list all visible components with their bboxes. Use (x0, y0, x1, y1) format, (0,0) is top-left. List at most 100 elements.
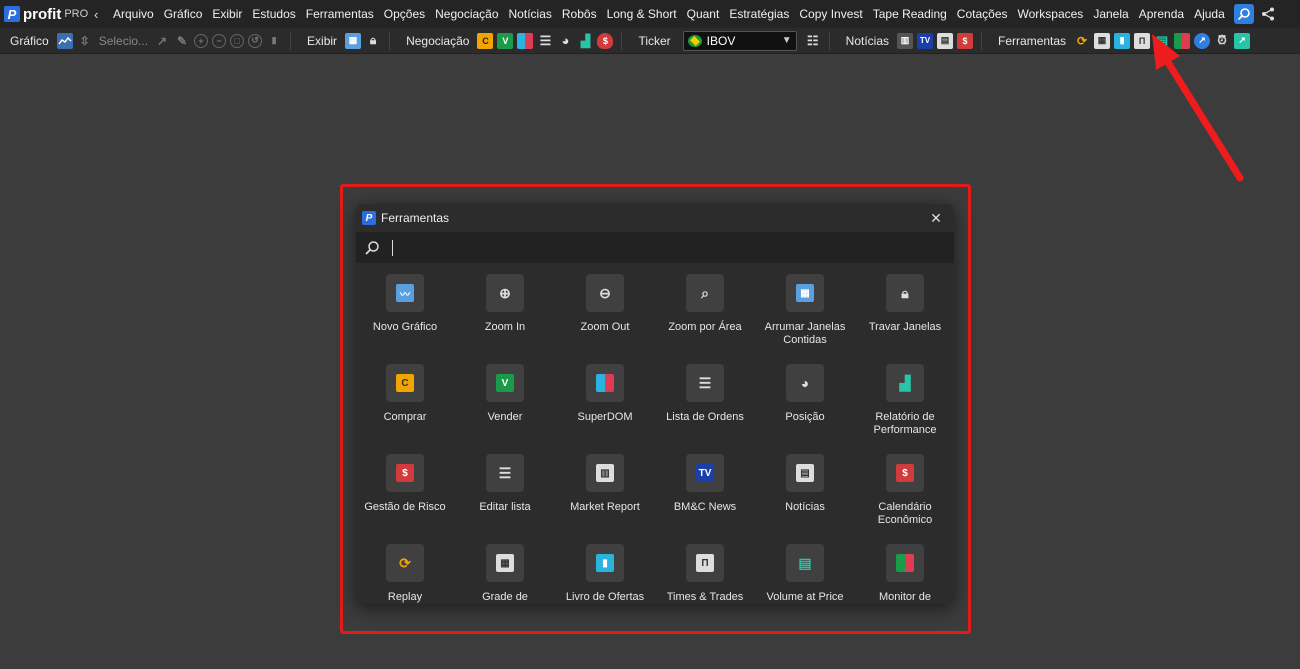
search-tools-button[interactable] (1233, 4, 1254, 24)
menu-item-ajuda[interactable]: Ajuda (1189, 0, 1230, 28)
zoom-in-icon[interactable]: + (194, 33, 209, 48)
tool-replay[interactable]: ⟳ Replay (356, 544, 455, 604)
back-chevron-icon[interactable]: ‹ (94, 7, 108, 22)
arrange-windows-icon[interactable]: ▦ (345, 32, 362, 49)
tool-arrange-windows[interactable]: ▦ Arrumar Janelas Contidas (755, 274, 855, 364)
tool-position[interactable]: ◕ Posição (755, 364, 855, 454)
tool-book[interactable]: ▮ Livro de Ofertas (555, 544, 655, 604)
tool-calendar[interactable]: $ Calendário Econômico (855, 454, 954, 544)
tool-market-report[interactable]: ▥ Market Report (555, 454, 655, 544)
tool-zoom-area[interactable]: ⌕ Zoom por Área (655, 274, 755, 364)
menu-item-long-short[interactable]: Long & Short (602, 0, 682, 28)
menu-item-cota-es[interactable]: Cotações (952, 0, 1013, 28)
zoom-out-icon[interactable]: − (212, 33, 227, 48)
tool-tile[interactable]: Π (686, 544, 724, 582)
tool-sell[interactable]: V Vender (455, 364, 555, 454)
tool-tile[interactable]: 🔒︎ (886, 274, 924, 312)
cursor-select-icon[interactable]: ⇳ (77, 33, 93, 49)
tool-tile[interactable]: $ (886, 454, 924, 492)
tool-tile[interactable]: 〰 (386, 274, 424, 312)
menu-item-workspaces[interactable]: Workspaces (1013, 0, 1089, 28)
menu-item-quant[interactable]: Quant (682, 0, 725, 28)
tool-grid[interactable]: ▦ Grade de (455, 544, 555, 604)
tool-tile[interactable]: ▦ (486, 544, 524, 582)
replay-icon[interactable]: ⟳ (1074, 33, 1090, 49)
menu-item-gr-fico[interactable]: Gráfico (159, 0, 208, 28)
menu-item-exibir[interactable]: Exibir (207, 0, 247, 28)
tool-tile[interactable]: ▦ (786, 274, 824, 312)
tool-tile[interactable]: ▮ (586, 544, 624, 582)
position-icon[interactable]: ◕ (557, 33, 573, 49)
share-icon[interactable] (1260, 6, 1276, 22)
tool-zoom-out[interactable]: ⊖ Zoom Out (555, 274, 655, 364)
tool-tile[interactable]: TV (686, 454, 724, 492)
tool-tile[interactable]: ▟ (886, 364, 924, 402)
tool-lock[interactable]: 🔒︎ Travar Janelas (855, 274, 954, 364)
performance-icon[interactable]: ▟ (577, 33, 593, 49)
menu-item-estudos[interactable]: Estudos (247, 0, 300, 28)
tool-tile[interactable]: ▥ (586, 454, 624, 492)
tool-buy[interactable]: C Comprar (356, 364, 455, 454)
tool-times-trades[interactable]: Π Times & Trades (655, 544, 755, 604)
dialog-search-field[interactable] (356, 232, 954, 263)
tool-tile[interactable]: ▤ (786, 544, 824, 582)
grid-icon[interactable]: ▦ (1094, 32, 1111, 49)
tool-tile[interactable]: ⟳ (386, 544, 424, 582)
tool-news[interactable]: ▤ Notícias (755, 454, 855, 544)
tool-superdom[interactable]: SuperDOM (555, 364, 655, 454)
tool-tile[interactable]: ⊕ (486, 274, 524, 312)
tool-tv[interactable]: TV BM&C News (655, 454, 755, 544)
menu-item-not-cias[interactable]: Notícias (504, 0, 557, 28)
menu-item-ferramentas[interactable]: Ferramentas (301, 0, 379, 28)
tool-tile[interactable]: $ (386, 454, 424, 492)
menu-item-rob-s[interactable]: Robôs (557, 0, 602, 28)
tv-news-icon[interactable]: TV (917, 32, 934, 49)
tool-tile[interactable]: ⊖ (586, 274, 624, 312)
menu-item-arquivo[interactable]: Arquivo (108, 0, 159, 28)
tool-monitor[interactable]: Monitor de (855, 544, 954, 604)
risk-icon[interactable]: $ (597, 32, 614, 49)
sell-icon[interactable]: V (497, 32, 514, 49)
tool-tile[interactable] (886, 544, 924, 582)
menu-item-tape-reading[interactable]: Tape Reading (868, 0, 952, 28)
superdom-icon[interactable] (517, 32, 534, 49)
tool-tile[interactable] (586, 364, 624, 402)
ticker-select[interactable]: IBOV ▼ (682, 30, 797, 51)
tool-tile[interactable]: ⌕ (686, 274, 724, 312)
tool-new-chart[interactable]: 〰 Novo Gráfico (356, 274, 455, 364)
tool-volume-price[interactable]: ▤ Volume at Price (755, 544, 855, 604)
tool-performance[interactable]: ▟ Relatório de Performance (855, 364, 954, 454)
tool-order-list[interactable]: ☰ Lista de Ordens (655, 364, 755, 454)
trend-icon[interactable]: ↗ (154, 33, 170, 49)
zoom-reset-icon[interactable]: ↺ (248, 33, 263, 48)
calendar-icon[interactable]: $ (957, 32, 974, 49)
tool-risk[interactable]: $ Gestão de Risco (356, 454, 455, 544)
tool-tile[interactable]: V (486, 364, 524, 402)
buy-icon[interactable]: C (477, 32, 494, 49)
menu-item-op-es[interactable]: Opções (379, 0, 430, 28)
pin-icon[interactable]: ✎ (174, 33, 190, 49)
tool-tile[interactable]: C (386, 364, 424, 402)
select-mode-text[interactable]: Selecio... (99, 34, 148, 48)
menu-item-aprenda[interactable]: Aprenda (1134, 0, 1189, 28)
lock-icon[interactable]: 🔒︎ (365, 33, 381, 49)
menu-item-negocia-o[interactable]: Negociação (430, 0, 503, 28)
tool-tile[interactable]: ☰ (686, 364, 724, 402)
tool-edit-list[interactable]: ☰ Editar lista (455, 454, 555, 544)
order-list-icon[interactable]: ☰ (537, 33, 553, 49)
book-icon[interactable]: ▮ (1114, 32, 1131, 49)
market-report-icon[interactable]: ▥ (897, 32, 914, 49)
menu-item-copy-invest[interactable]: Copy Invest (794, 0, 867, 28)
news-icon[interactable]: ▤ (937, 32, 954, 49)
zoom-area-icon[interactable]: □ (230, 33, 245, 48)
close-icon[interactable]: ✕ (928, 210, 944, 226)
ticker-list-icon[interactable]: ☷ (805, 33, 821, 49)
tool-tile[interactable]: ◕ (786, 364, 824, 402)
tool-tile[interactable]: ▤ (786, 454, 824, 492)
scale-icon[interactable]: ▮ (266, 33, 282, 49)
tool-tile[interactable]: ☰ (486, 454, 524, 492)
menu-item-janela[interactable]: Janela (1088, 0, 1133, 28)
menu-item-estrat-gias[interactable]: Estratégias (724, 0, 794, 28)
chart-icon[interactable] (56, 32, 73, 49)
tool-zoom-in[interactable]: ⊕ Zoom In (455, 274, 555, 364)
